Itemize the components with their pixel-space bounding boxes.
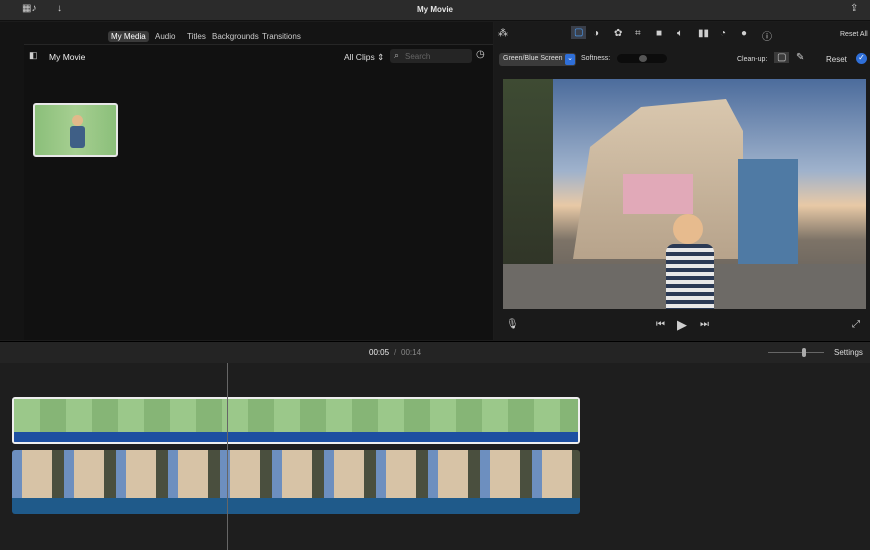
media-clip-thumbnail[interactable] [33, 103, 118, 157]
media-browser: My Media Audio Titles Backgrounds Transi… [0, 22, 493, 340]
tab-audio[interactable]: Audio [152, 31, 178, 42]
tab-titles[interactable]: Titles [184, 31, 209, 42]
fullscreen-icon[interactable]: ⤢ [852, 319, 860, 330]
share-icon[interactable]: ⇪ [850, 3, 858, 14]
tab-my-media[interactable]: My Media [108, 31, 149, 42]
crop-icon[interactable]: ⌗ [635, 28, 641, 39]
sidebar-toggle-icon[interactable]: ◧ [29, 50, 38, 61]
video-preview [503, 79, 866, 309]
settings-button[interactable]: Settings [834, 348, 863, 357]
volume-icon[interactable]: 🔈︎ [677, 28, 683, 39]
search-placeholder: Search [405, 52, 431, 61]
stabilization-icon[interactable]: ■ [656, 28, 662, 39]
color-palette-icon[interactable]: ✿ [614, 28, 622, 39]
tab-backgrounds[interactable]: Backgrounds [209, 31, 262, 42]
skip-forward-icon[interactable]: ⏭︎ [700, 319, 709, 330]
clips-filter[interactable]: All Clips ⇕ [344, 52, 384, 63]
reset-all-button[interactable]: Reset All [840, 31, 868, 38]
window-title: My Movie [416, 5, 453, 14]
microphone-icon[interactable]: 🎙︎ [506, 319, 519, 330]
effect-dropdown[interactable]: Green/Blue Screen ⌄ [499, 53, 576, 66]
tab-transitions[interactable]: Transitions [259, 31, 304, 42]
reset-button[interactable]: Reset [826, 55, 847, 64]
zoom-slider[interactable] [768, 348, 824, 357]
search-input[interactable]: ⌕ Search [390, 49, 472, 63]
library-panel: ◧ My Movie All Clips ⇕ ⌕ Search ◷ [24, 44, 493, 340]
equalizer-icon[interactable]: ▮▮ [698, 28, 709, 39]
info-icon[interactable]: ⓘ [762, 28, 772, 43]
timeline-header: 00:05 / 00:14 Settings [0, 341, 870, 363]
background-clip[interactable] [12, 450, 580, 514]
softness-slider[interactable] [617, 54, 667, 63]
chevron-down-icon: ⌄ [565, 54, 575, 65]
clip-filter-icon[interactable]: ● [741, 28, 747, 39]
skip-back-icon[interactable]: ⏮︎ [656, 319, 665, 330]
softness-label: Softness: [581, 55, 611, 62]
playhead[interactable] [227, 363, 228, 550]
audio-waveform [14, 432, 578, 442]
cleanup-crop-icon[interactable]: ▢ [774, 52, 790, 63]
green-screen-clip[interactable] [12, 397, 580, 444]
cleanup-eraser-icon[interactable]: ✎ [796, 52, 804, 63]
zoom-slider-knob[interactable] [802, 348, 806, 357]
search-icon: ⌕ [394, 50, 400, 60]
speed-icon[interactable]: ◔ [720, 28, 726, 39]
title-bar: ▦♪ ↓ My Movie ⇪ [0, 0, 870, 21]
settings-clock-icon[interactable]: ◷ [476, 49, 485, 60]
color-balance-icon[interactable]: ◑ [593, 28, 599, 39]
cleanup-label: Clean-up: [737, 56, 768, 63]
current-time: 00:05 [369, 348, 390, 357]
slider-knob[interactable] [639, 55, 647, 62]
play-icon[interactable]: ▶ [677, 317, 687, 333]
time-separator: / [394, 348, 397, 357]
total-time: 00:14 [401, 348, 422, 357]
library-title: My Movie [49, 52, 86, 62]
video-overlay-icon[interactable]: ▢ [571, 26, 587, 39]
timeline [0, 363, 870, 550]
magic-wand-icon[interactable]: ⁂ [498, 28, 508, 39]
audio-waveform [12, 498, 580, 514]
apply-checkmark-icon[interactable]: ✓ [856, 53, 867, 64]
